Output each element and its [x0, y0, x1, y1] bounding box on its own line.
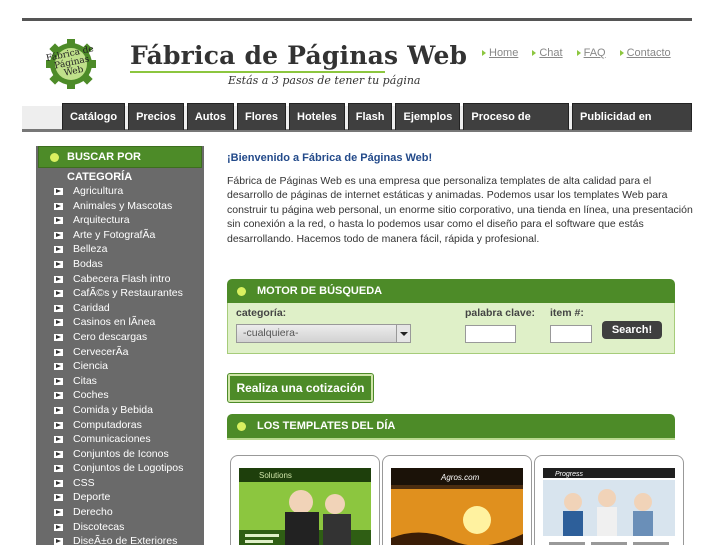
search-panel: MOTOR DE BÚSQUEDA categoría: -cualquiera…: [227, 279, 675, 354]
template-caption: Progress: [555, 471, 584, 478]
bullet-icon: [237, 287, 246, 296]
category-item[interactable]: Comida y Bebida: [36, 403, 204, 418]
templates-header: LOS TEMPLATES DEL DÍA: [227, 414, 675, 438]
category-item[interactable]: Bodas: [36, 257, 204, 272]
category-list: Agricultura Animales y Mascotas Arquitec…: [36, 184, 204, 545]
template-thumb-image: Progress: [543, 468, 675, 545]
header: Fábrica de Páginas Web Fábrica de Página…: [22, 21, 692, 106]
templates-title: LOS TEMPLATES DEL DÍA: [257, 420, 396, 432]
category-item[interactable]: Animales y Mascotas: [36, 199, 204, 214]
templates-divider: [227, 438, 675, 440]
nav-publicidad[interactable]: Publicidad en internet: [572, 103, 692, 150]
nav-autos[interactable]: Autos: [186, 103, 234, 130]
category-item[interactable]: Caridad: [36, 301, 204, 316]
template-caption: Solutions: [259, 471, 292, 480]
category-item[interactable]: CafÃ©s y Restaurantes: [36, 286, 204, 301]
category-item[interactable]: Agricultura: [36, 184, 204, 199]
template-thumb-image: Agros.com: [391, 468, 523, 545]
link-home[interactable]: Home: [482, 47, 518, 59]
template-thumb[interactable]: Solutions: [230, 455, 380, 545]
nav-precios[interactable]: Precios: [128, 103, 184, 130]
category-item[interactable]: Coches: [36, 388, 204, 403]
category-item[interactable]: Casinos en lÃ­nea: [36, 315, 204, 330]
keyword-input[interactable]: [465, 325, 516, 343]
bullet-icon: [50, 153, 59, 162]
main-content: ¡Bienvenido a Fábrica de Páginas Web! Fá…: [227, 152, 697, 246]
template-caption: Agros.com: [440, 473, 480, 482]
category-sidebar: BUSCAR POR CATEGORÍA Agricultura Animale…: [36, 146, 204, 545]
category-item[interactable]: Citas: [36, 374, 204, 389]
category-item[interactable]: Arquitectura: [36, 213, 204, 228]
category-item[interactable]: Comunicaciones: [36, 432, 204, 447]
category-item[interactable]: Belleza: [36, 242, 204, 257]
template-thumb[interactable]: Agros.com: [382, 455, 532, 545]
item-number-input[interactable]: [550, 325, 592, 343]
main-nav: Catálogo Precios Autos Flores Hoteles Fl…: [22, 103, 692, 150]
link-contacto[interactable]: Contacto: [619, 47, 671, 59]
category-item[interactable]: Conjuntos de Iconos: [36, 447, 204, 462]
category-item[interactable]: Derecho: [36, 505, 204, 520]
template-thumb-image: Solutions: [239, 468, 371, 545]
intro-text: Fábrica de Páginas Web es una empresa qu…: [227, 175, 693, 245]
page: Fábrica de Páginas Web Fábrica de Página…: [22, 18, 693, 545]
category-item[interactable]: DiseÃ±o de Exteriores: [36, 534, 204, 545]
title-underline: [130, 71, 385, 73]
nav-proceso[interactable]: Proceso de trabajo: [463, 103, 570, 150]
logo-gear-icon[interactable]: Fábrica de Páginas Web: [40, 39, 102, 89]
sidebar-header: BUSCAR POR CATEGORÍA: [38, 146, 202, 183]
quote-button[interactable]: Realiza una cotización: [227, 373, 374, 403]
category-select-value: -cualquiera-: [243, 327, 299, 339]
nav-ejemplos[interactable]: Ejemplos: [395, 103, 461, 130]
category-item[interactable]: Cero descargas: [36, 330, 204, 345]
top-links: Home Chat FAQ Contacto: [482, 47, 671, 59]
item-label: item #:: [550, 307, 584, 319]
welcome-heading: ¡Bienvenido a Fábrica de Páginas Web!: [227, 152, 433, 164]
sidebar-title: BUSCAR POR CATEGORÍA: [67, 151, 141, 183]
nav-hoteles[interactable]: Hoteles: [289, 103, 345, 130]
category-item[interactable]: Arte y FotografÃ­a: [36, 228, 204, 243]
category-item[interactable]: Ciencia: [36, 359, 204, 374]
keyword-label: palabra clave:: [465, 307, 536, 319]
category-item[interactable]: Discotecas: [36, 520, 204, 535]
search-button[interactable]: Search!: [602, 321, 662, 339]
bullet-icon: [237, 422, 246, 431]
link-chat[interactable]: Chat: [532, 47, 563, 59]
category-item[interactable]: Deporte: [36, 490, 204, 505]
category-item[interactable]: CSS: [36, 476, 204, 491]
nav-catalogo[interactable]: Catálogo: [62, 103, 126, 130]
category-item[interactable]: CervecerÃ­a: [36, 345, 204, 360]
category-item[interactable]: Cabecera Flash intro: [36, 272, 204, 287]
link-faq[interactable]: FAQ: [576, 47, 606, 59]
site-title[interactable]: Fábrica de Páginas Web: [130, 41, 467, 70]
search-form: categoría: -cualquiera- palabra clave: i…: [227, 303, 675, 354]
category-label: categoría:: [236, 307, 287, 319]
nav-flores[interactable]: Flores: [236, 103, 286, 130]
template-thumb[interactable]: Progress: [534, 455, 684, 545]
tagline: Estás a 3 pasos de tener tu página: [228, 74, 421, 87]
search-title: MOTOR DE BÚSQUEDA: [257, 285, 383, 297]
category-item[interactable]: Conjuntos de Logotipos: [36, 461, 204, 476]
nav-flash[interactable]: Flash: [347, 103, 393, 130]
search-header: MOTOR DE BÚSQUEDA: [227, 279, 675, 303]
chevron-down-icon[interactable]: [396, 325, 410, 342]
category-select[interactable]: -cualquiera-: [236, 324, 411, 343]
category-item[interactable]: Computadoras: [36, 418, 204, 433]
